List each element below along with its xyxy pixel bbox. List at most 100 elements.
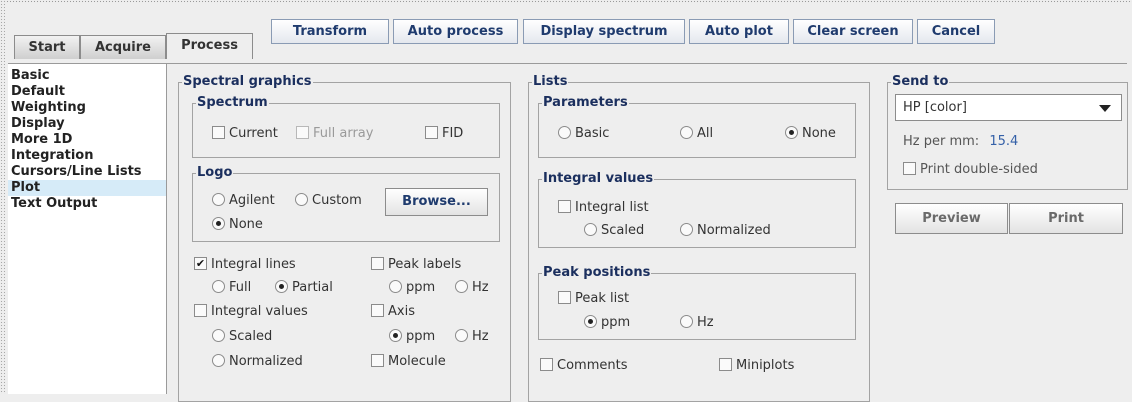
lists-title: Lists: [532, 74, 569, 90]
preview-button[interactable]: Preview: [895, 203, 1008, 234]
agilent-label: Agilent: [229, 193, 275, 208]
integral-normalized-radio[interactable]: Normalized: [212, 353, 303, 371]
cancel-button[interactable]: Cancel: [917, 19, 995, 44]
radio-circle-selected: [275, 280, 288, 293]
full-array-checkbox[interactable]: Full array: [296, 125, 373, 143]
auto-plot-button[interactable]: Auto plot: [689, 19, 789, 44]
sidebar-item-more-1d[interactable]: More 1D: [8, 132, 166, 148]
peak-labels-label: Peak labels: [388, 257, 462, 272]
peak-positions-title: Peak positions: [542, 265, 652, 281]
peak-labels-checkbox[interactable]: Peak labels: [371, 256, 461, 274]
fid-label: FID: [442, 126, 464, 141]
printer-select-value: HP [color]: [903, 100, 967, 115]
parameters-title: Parameters: [542, 95, 629, 111]
tab-process[interactable]: Process: [166, 33, 253, 59]
parameters-all-radio[interactable]: All: [680, 125, 713, 143]
radio-circle-selected: [584, 315, 597, 328]
radio-circle: [295, 193, 308, 206]
radio-circle: [558, 126, 571, 139]
integral-full-radio[interactable]: Full: [212, 279, 251, 297]
fid-checkbox[interactable]: FID: [425, 125, 463, 143]
current-label: Current: [229, 126, 278, 141]
none-radio[interactable]: None: [212, 216, 263, 234]
clear-screen-button[interactable]: Clear screen: [793, 19, 913, 44]
sidebar-item-default[interactable]: Default: [8, 84, 166, 100]
normalized-label: Normalized: [697, 223, 771, 238]
scaled-label: Scaled: [601, 223, 645, 238]
tab-acquire[interactable]: Acquire: [80, 35, 166, 59]
checkbox-box: [719, 358, 732, 371]
checkbox-box: [194, 304, 207, 317]
integral-scaled-radio[interactable]: Scaled: [212, 328, 272, 346]
axis-ppm-radio[interactable]: ppm: [389, 328, 435, 346]
integral-values-checkbox[interactable]: Integral values: [194, 303, 308, 321]
hz-label: Hz: [697, 315, 714, 330]
integral-list-checkbox[interactable]: Integral list: [558, 199, 649, 217]
peak-ppm-radio[interactable]: ppm: [584, 314, 630, 332]
integral-partial-radio[interactable]: Partial: [275, 279, 333, 297]
list-scaled-radio[interactable]: Scaled: [584, 222, 644, 240]
radio-circle-selected: [785, 126, 798, 139]
window-left-edge: [0, 0, 5, 394]
checkbox-box: [558, 200, 571, 213]
sidebar-item-cursors-line-lists[interactable]: Cursors/Line Lists: [8, 164, 166, 180]
custom-radio[interactable]: Custom: [295, 192, 362, 210]
auto-process-button[interactable]: Auto process: [393, 19, 518, 44]
transform-button[interactable]: Transform: [271, 19, 389, 44]
printer-select[interactable]: HP [color]: [895, 94, 1122, 121]
list-normalized-radio[interactable]: Normalized: [680, 222, 771, 240]
hz-label: Hz: [472, 329, 489, 344]
peak-hz-radio[interactable]: Hz: [680, 314, 714, 332]
radio-circle: [584, 223, 597, 236]
integral-values-label: Integral values: [211, 304, 308, 319]
checkbox-box: [425, 126, 438, 139]
sidebar-item-integration[interactable]: Integration: [8, 148, 166, 164]
sidebar-item-text-output[interactable]: Text Output: [8, 196, 166, 212]
sidebar-item-weighting[interactable]: Weighting: [8, 100, 166, 116]
print-double-sided-checkbox[interactable]: Print double-sided: [903, 161, 1038, 179]
print-button[interactable]: Print: [1009, 203, 1123, 234]
hz-label: Hz: [472, 280, 489, 295]
ppm-label: ppm: [406, 280, 436, 295]
none-label: None: [229, 217, 263, 232]
browse-button[interactable]: Browse...: [385, 188, 488, 216]
sidebar: Basic Default Weighting Display More 1D …: [8, 64, 167, 394]
spectral-graphics-title: Spectral graphics: [182, 74, 313, 90]
checkbox-box: [296, 126, 309, 139]
peak-list-checkbox[interactable]: Peak list: [558, 290, 629, 308]
miniplots-checkbox[interactable]: Miniplots: [719, 357, 794, 375]
display-spectrum-button[interactable]: Display spectrum: [523, 19, 685, 44]
spectrum-title: Spectrum: [196, 95, 269, 111]
scaled-label: Scaled: [229, 329, 273, 344]
checkbox-box: [212, 126, 225, 139]
axis-checkbox[interactable]: Axis: [371, 303, 415, 321]
sidebar-item-plot[interactable]: Plot: [8, 180, 166, 196]
integral-lines-checkbox[interactable]: ✔ Integral lines: [194, 256, 296, 274]
hz-per-mm-value: 15.4: [989, 134, 1019, 149]
molecule-label: Molecule: [388, 354, 446, 369]
checkbox-box: [371, 354, 384, 367]
peak-labels-hz-radio[interactable]: Hz: [455, 279, 489, 297]
logo-title: Logo: [196, 165, 234, 181]
agilent-radio[interactable]: Agilent: [212, 192, 275, 210]
axis-hz-radio[interactable]: Hz: [455, 328, 489, 346]
ppm-label: ppm: [406, 329, 436, 344]
tab-start[interactable]: Start: [14, 35, 80, 59]
radio-circle: [455, 329, 468, 342]
current-checkbox[interactable]: Current: [212, 125, 278, 143]
parameters-none-radio[interactable]: None: [785, 125, 836, 143]
checkbox-box: [540, 358, 553, 371]
peak-labels-ppm-radio[interactable]: ppm: [389, 279, 435, 297]
ppm-label: ppm: [601, 315, 631, 330]
sidebar-item-display[interactable]: Display: [8, 116, 166, 132]
normalized-label: Normalized: [229, 354, 303, 369]
sidebar-item-basic[interactable]: Basic: [8, 68, 166, 84]
molecule-checkbox[interactable]: Molecule: [371, 353, 446, 371]
radio-circle: [455, 280, 468, 293]
checkbox-box: [558, 291, 571, 304]
parameters-basic-radio[interactable]: Basic: [558, 125, 609, 143]
radio-circle: [680, 315, 693, 328]
axis-label: Axis: [388, 304, 415, 319]
comments-checkbox[interactable]: Comments: [540, 357, 627, 375]
checkbox-box: [371, 257, 384, 270]
